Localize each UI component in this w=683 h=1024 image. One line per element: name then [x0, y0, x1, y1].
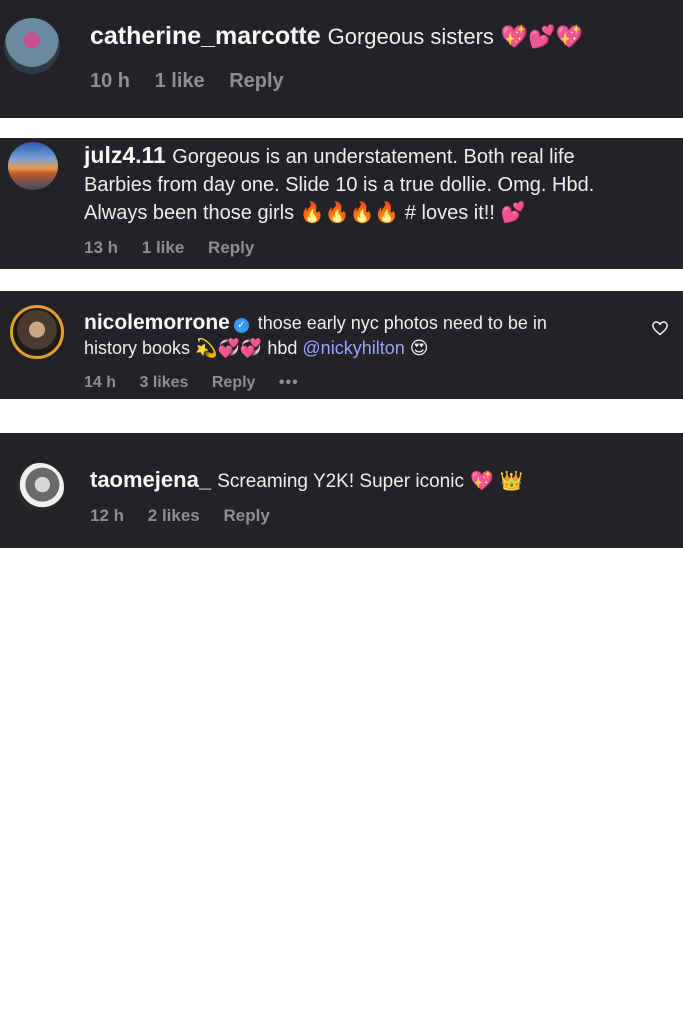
heart-emoji: 💖	[470, 470, 494, 492]
like-heart-icon[interactable]	[651, 319, 669, 337]
comment-meta: 12 h 2 likes Reply	[90, 506, 289, 526]
sparkle-heart-emoji: 💫💞💞	[195, 338, 263, 359]
reply-button[interactable]: Reply	[229, 70, 283, 92]
comment-taomejena: taomejena_ Screaming Y2K! Super iconic 💖…	[0, 433, 683, 548]
comment-text: catherine_marcotte Gorgeous sisters 💖💕💖	[90, 22, 583, 51]
comment-body: Gorgeous sisters	[327, 24, 494, 49]
heart-emoji: 💖💕💖	[500, 25, 584, 50]
comment-nicole: nicolemorrone ✓ those early nyc photos ne…	[0, 291, 683, 399]
comment-meta: 13 h 1 like Reply	[84, 238, 273, 258]
mention-link[interactable]: @nickyhilton	[302, 338, 404, 358]
avatar[interactable]	[16, 463, 64, 511]
comment-text-line-2: Barbies from day one. Slide 10 is a true…	[84, 174, 595, 196]
heart-emoji: 💕	[500, 200, 526, 224]
comment-text-line-3: Always been those girls 🔥🔥🔥🔥 # loves it!…	[84, 200, 525, 225]
comment-body: Screaming Y2K! Super iconic	[217, 471, 464, 492]
comment-meta: 10 h 1 like Reply	[90, 70, 303, 93]
comment-body: history books	[84, 338, 191, 358]
likes-count[interactable]: 1 like	[142, 238, 185, 257]
username[interactable]: julz4.11	[84, 142, 166, 168]
heart-eyes-emoji: 😍	[409, 338, 429, 359]
comment-text-line-1: nicolemorrone ✓ those early nyc photos ne…	[84, 311, 547, 335]
avatar[interactable]	[8, 142, 58, 190]
username[interactable]: nicolemorrone	[84, 311, 230, 334]
avatar[interactable]	[10, 305, 64, 359]
reply-button[interactable]: Reply	[224, 506, 270, 525]
timestamp: 13 h	[84, 238, 119, 257]
likes-count[interactable]: 2 likes	[148, 506, 200, 525]
avatar[interactable]	[4, 18, 60, 74]
comment-text-line-1: julz4.11 Gorgeous is an understatement. …	[84, 142, 575, 169]
crown-emoji: 👑	[499, 470, 524, 492]
comment-julz: julz4.11 Gorgeous is an understatement. …	[0, 138, 683, 269]
timestamp: 14 h	[84, 374, 117, 391]
fire-emoji: 🔥🔥🔥🔥	[299, 200, 400, 224]
comment-meta: 14 h 3 likes Reply •••	[84, 374, 318, 392]
username[interactable]: catherine_marcotte	[90, 22, 321, 50]
reply-button[interactable]: Reply	[208, 238, 254, 257]
likes-count[interactable]: 1 like	[155, 70, 205, 92]
verified-badge-icon: ✓	[233, 318, 249, 333]
timestamp: 12 h	[90, 506, 125, 525]
comment-tail: hbd	[267, 338, 298, 358]
username[interactable]: taomejena_	[90, 467, 211, 492]
more-options-icon[interactable]: •••	[279, 374, 299, 391]
timestamp: 10 h	[90, 70, 131, 92]
comment-body: Always been those girls	[84, 202, 295, 224]
comment-text-line-2: history books 💫💞💞 hbd @nickyhilton 😍	[84, 338, 429, 359]
comment-catherine: catherine_marcotte Gorgeous sisters 💖💕💖 …	[0, 0, 683, 118]
comment-tail: # loves it!!	[404, 202, 495, 224]
comment-body: Gorgeous is an understatement. Both real…	[172, 146, 575, 168]
likes-count[interactable]: 3 likes	[139, 374, 188, 391]
reply-button[interactable]: Reply	[212, 374, 256, 391]
comment-text: taomejena_ Screaming Y2K! Super iconic 💖…	[90, 467, 524, 493]
comment-body: those early nyc photos need to be in	[257, 313, 547, 333]
